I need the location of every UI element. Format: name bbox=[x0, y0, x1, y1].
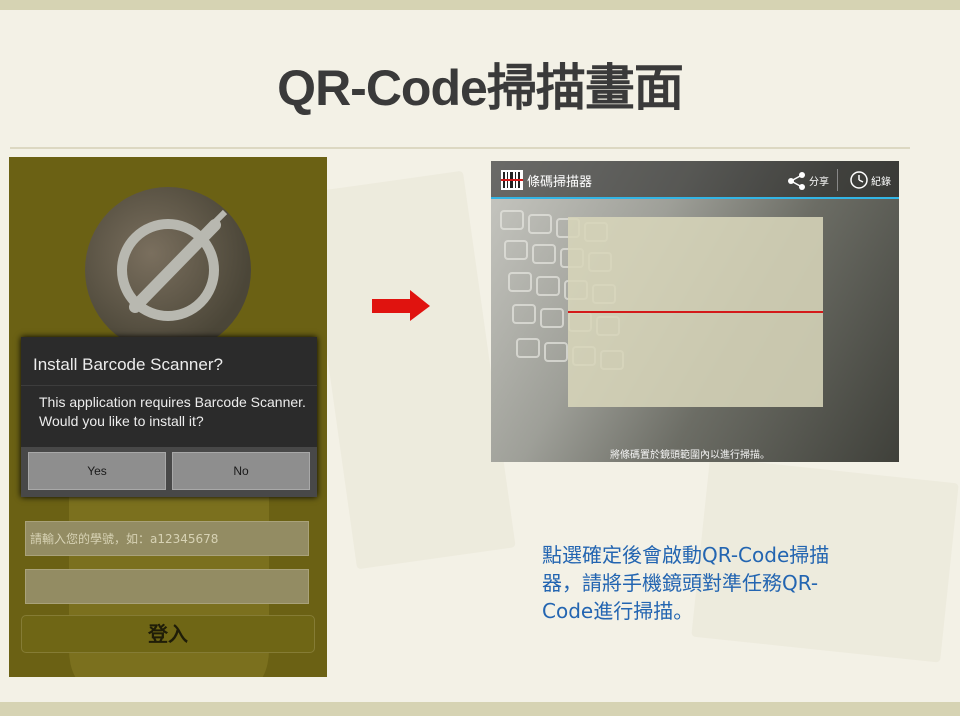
right-arrow-icon bbox=[372, 290, 430, 321]
slide-title: QR-Code掃描畫面 bbox=[277, 60, 684, 116]
password-input[interactable] bbox=[25, 569, 309, 604]
yes-button[interactable]: Yes bbox=[28, 452, 166, 490]
student-id-input[interactable]: 請輸入您的學號，如：a12345678 bbox=[25, 521, 309, 556]
login-button[interactable]: 登入 bbox=[21, 615, 315, 653]
background-decoration bbox=[304, 170, 516, 570]
share-icon[interactable] bbox=[787, 171, 807, 191]
scanner-screenshot: 條碼掃描器 分享 紀錄 將條碼置於鏡頭範圍內以進行掃描。 bbox=[491, 161, 899, 462]
app-title: 條碼掃描器 bbox=[527, 175, 593, 190]
scan-laser-line bbox=[568, 311, 823, 313]
share-button-label[interactable]: 分享 bbox=[809, 173, 829, 188]
title-divider bbox=[10, 147, 910, 149]
login-screenshot: Install Barcode Scanner? This applicatio… bbox=[9, 157, 327, 677]
action-divider bbox=[837, 169, 838, 191]
top-band bbox=[0, 0, 960, 10]
history-button-label[interactable]: 紀錄 bbox=[871, 173, 891, 188]
scan-hint: 將條碼置於鏡頭範圍內以進行掃描。 bbox=[610, 450, 770, 461]
dialog-message: This application requires Barcode Scanne… bbox=[39, 394, 306, 429]
compass-icon bbox=[117, 209, 228, 321]
barcode-icon bbox=[501, 170, 523, 190]
slide-caption: 點選確定後會啟動QR-Code掃描器，請將手機鏡頭對準任務QR-Code進行掃描… bbox=[542, 543, 830, 623]
avatar bbox=[85, 187, 251, 353]
scanner-action-bar: 條碼掃描器 分享 紀錄 bbox=[491, 161, 899, 197]
dialog-title: Install Barcode Scanner? bbox=[33, 355, 223, 374]
no-button[interactable]: No bbox=[172, 452, 310, 490]
dialog-button-bar: Yes No bbox=[21, 447, 317, 497]
install-dialog: Install Barcode Scanner? This applicatio… bbox=[21, 337, 317, 497]
clock-icon[interactable] bbox=[849, 170, 869, 190]
action-bar-accent bbox=[491, 197, 899, 199]
dialog-divider bbox=[21, 385, 317, 386]
bottom-band bbox=[0, 702, 960, 716]
